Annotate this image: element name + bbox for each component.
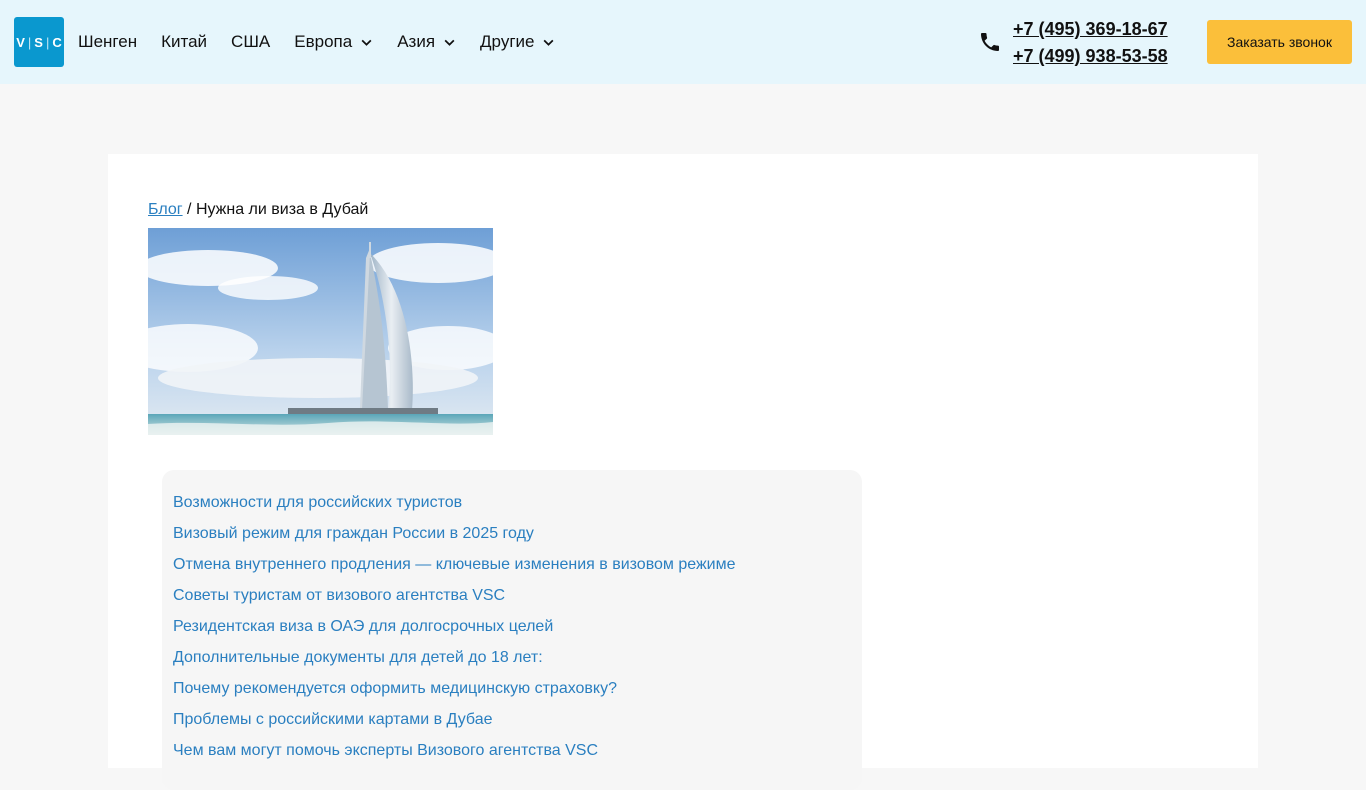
logo-letter-c: C [52,34,62,50]
list-item: Советы туристам от визового агентства VS… [173,583,862,614]
toc-link-children-docs[interactable]: Дополнительные документы для детей до 18… [173,649,543,666]
phone-link-1[interactable]: +7 (495) 369-18-67 [1013,16,1168,43]
nav-item-europe[interactable]: Европа [294,32,373,52]
chevron-down-icon [444,39,455,46]
nav-item-label: Другие [480,32,535,51]
toc-link-russian-tourists[interactable]: Возможности для российских туристов [173,494,462,511]
list-item: Возможности для российских туристов [173,490,862,521]
nav-item-china[interactable]: Китай [161,32,207,52]
nav-item-label: Азия [397,32,436,51]
site-header: V | S | C Шенген Китай США Европа Азия Други… [0,0,1366,84]
toc-link-cards[interactable]: Проблемы с российскими картами в Дубае [173,711,493,728]
breadcrumb-link-blog[interactable]: Блог [148,201,183,218]
nav-item-schengen[interactable]: Шенген [78,32,137,52]
nav-item-asia[interactable]: Азия [397,32,456,52]
list-item: Чем вам могут помочь эксперты Визового а… [173,738,862,769]
callback-button[interactable]: Заказать звонок [1207,20,1352,64]
logo-separator: | [27,34,32,50]
nav-item-label: США [231,32,271,51]
hero-image-burj-al-arab [148,228,493,435]
toc-link-experts[interactable]: Чем вам могут помочь эксперты Визового а… [173,742,598,759]
main-nav: Шенген Китай США Европа Азия Другие [78,0,579,84]
chevron-down-icon [361,39,372,46]
nav-item-usa[interactable]: США [231,32,270,52]
breadcrumb-current: Нужна ли виза в Дубай [195,201,369,218]
logo-letter-v: V [16,34,25,50]
logo-separator: | [45,34,50,50]
toc-link-extension-cancel[interactable]: Отмена внутреннего продления — ключевые … [173,556,736,573]
toc-link-visa-regime-2025[interactable]: Визовый режим для граждан России в 2025 … [173,525,534,542]
nav-item-label: Шенген [78,32,138,51]
table-of-contents: Возможности для российских туристов Визо… [162,470,862,790]
toc-link-insurance[interactable]: Почему рекомендуется оформить медицинску… [173,680,617,697]
nav-item-label: Китай [161,32,208,51]
list-item: Почему рекомендуется оформить медицинску… [173,676,862,707]
breadcrumb-separator: / [187,201,192,218]
list-item: Проблемы с российскими картами в Дубае [173,707,862,738]
chevron-down-icon [544,39,554,46]
article-card: Блог / Нужна ли виза в Дубай Возможности… [108,154,1258,790]
phone-numbers: +7 (495) 369-18-67 +7 (499) 938-53-58 [1013,16,1168,70]
phone-icon [981,33,999,51]
nav-item-label: Европа [294,32,353,51]
nav-item-other[interactable]: Другие [480,32,555,52]
toc-link-tips[interactable]: Советы туристам от визового агентства VS… [173,587,505,604]
vsc-logo[interactable]: V | S | C [14,17,64,67]
toc-link-residence-visa[interactable]: Резидентская виза в ОАЭ для долгосрочных… [173,618,553,635]
logo-letter-s: S [34,34,43,50]
phone-link-2[interactable]: +7 (499) 938-53-58 [1013,43,1168,70]
toc-list: Возможности для российских туристов Визо… [162,470,862,769]
breadcrumb: Блог / Нужна ли виза в Дубай [148,201,368,219]
list-item: Резидентская виза в ОАЭ для долгосрочных… [173,614,862,645]
list-item: Отмена внутреннего продления — ключевые … [173,552,862,583]
list-item: Дополнительные документы для детей до 18… [173,645,862,676]
list-item: Визовый режим для граждан России в 2025 … [173,521,862,552]
